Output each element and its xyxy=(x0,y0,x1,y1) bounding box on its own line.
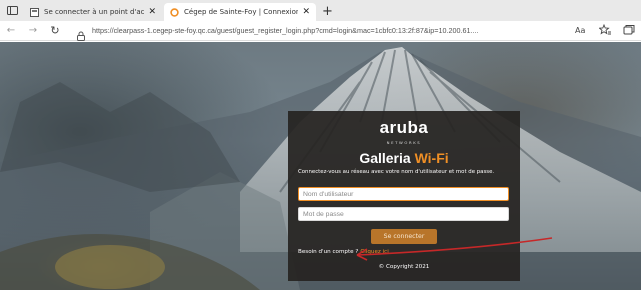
tab-cegep-login[interactable]: Cégep de Sainte-Foy | Connexion ✕ xyxy=(164,3,316,21)
address-bar[interactable]: https://clearpass-1.cegep-ste-foy.qc.ca/… xyxy=(76,26,556,41)
login-button[interactable]: Se connecter xyxy=(371,229,437,244)
aruba-logo-subtitle: NETWORKS xyxy=(386,140,422,145)
account-prompt: Besoin d'un compte ? Cliquez ici xyxy=(298,249,389,255)
login-page-background: aruba NETWORKS Galleria Wi-Fi Connectez-… xyxy=(0,42,641,290)
forward-icon[interactable]: → xyxy=(22,25,44,36)
title-accent: Wi-Fi xyxy=(414,150,449,166)
copyright-text: © Copyright 2021 xyxy=(378,264,430,270)
new-tab-button[interactable]: + xyxy=(322,4,333,19)
lock-icon[interactable] xyxy=(76,26,86,41)
collections-icon[interactable] xyxy=(623,24,635,36)
page-icon xyxy=(30,7,39,17)
svg-text:Aa: Aa xyxy=(575,26,585,35)
title-main: Galleria xyxy=(359,150,411,166)
back-icon[interactable]: ← xyxy=(0,25,22,36)
login-instructions: Connectez-vous au réseau avec votre nom … xyxy=(298,169,495,175)
toolbar-right: Aa xyxy=(575,24,635,36)
tab-title: Cégep de Sainte-Foy | Connexion xyxy=(184,8,299,16)
username-field[interactable]: Nom d'utilisateur xyxy=(298,187,509,201)
favorites-icon[interactable] xyxy=(599,24,611,36)
reload-icon[interactable]: ↻ xyxy=(44,24,66,37)
close-icon[interactable]: ✕ xyxy=(302,7,310,17)
url-text[interactable]: https://clearpass-1.cegep-ste-foy.qc.ca/… xyxy=(92,26,478,35)
navigation-bar: ← → ↻ https://clearpass-1.cegep-ste-foy.… xyxy=(0,21,641,41)
tab-title: Se connecter à un point d'accès xyxy=(44,8,145,16)
password-field[interactable]: Mot de passe xyxy=(298,207,509,221)
close-icon[interactable]: ✕ xyxy=(148,7,156,17)
tab-strip: Se connecter à un point d'accès ✕ Cégep … xyxy=(0,0,641,21)
tab-actions-icon[interactable] xyxy=(4,2,20,18)
login-card: aruba NETWORKS Galleria Wi-Fi Connectez-… xyxy=(288,111,520,281)
aruba-logo: aruba xyxy=(379,118,429,137)
aruba-logo-icon xyxy=(170,7,179,17)
read-aloud-icon[interactable]: Aa xyxy=(575,24,587,36)
create-account-link[interactable]: Cliquez ici xyxy=(360,249,388,255)
tab-access-point[interactable]: Se connecter à un point d'accès ✕ xyxy=(24,3,162,21)
account-prompt-text: Besoin d'un compte ? xyxy=(298,249,359,255)
page-title: Galleria Wi-Fi xyxy=(288,150,520,166)
